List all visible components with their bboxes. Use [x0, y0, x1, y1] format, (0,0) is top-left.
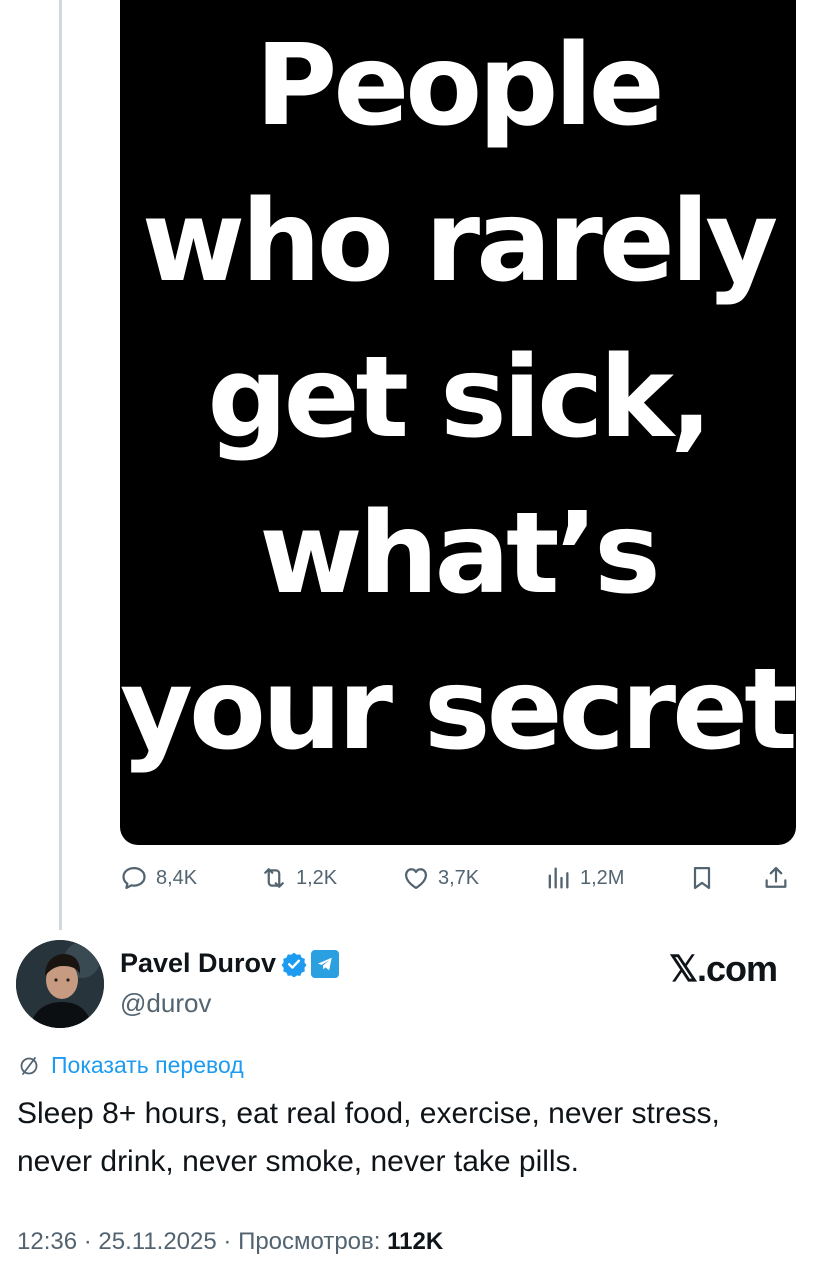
tweet-media-image[interactable]: People who rarely get sick, what’s your … [120, 0, 796, 845]
thread-connector-line [59, 0, 62, 930]
like-button[interactable]: 3,7K [402, 858, 479, 898]
tweet-text: Sleep 8+ hours, eat real food, exercise,… [17, 1097, 720, 1178]
views-icon [548, 867, 569, 889]
verified-icon [281, 952, 307, 977]
tweet-time[interactable]: 12:36 [17, 1228, 77, 1255]
media-line: who rarely [141, 177, 779, 307]
reply-button[interactable]: 8,4K [120, 858, 197, 898]
translate-icon [20, 1056, 38, 1075]
views-total: 112K [387, 1228, 444, 1255]
meta-separator: · [216, 1228, 239, 1255]
like-icon [404, 868, 428, 890]
tweet-action-bar: 8,4K 1,2K 3,7K 1,2M [120, 858, 796, 898]
repost-button[interactable]: 1,2K [260, 858, 337, 898]
show-translation-link[interactable]: Показать перевод [17, 1052, 244, 1079]
media-line: your secret? [120, 645, 796, 775]
bookmark-icon [693, 866, 711, 890]
telegram-icon [311, 949, 340, 978]
author-name-row: Pavel Durov [120, 948, 340, 979]
repost-count: 1,2K [296, 866, 338, 889]
views-label: Просмотров: [238, 1228, 388, 1255]
author-name[interactable]: Pavel Durov [120, 948, 276, 979]
repost-icon [264, 868, 284, 888]
tweet-meta: 12:36 · 25.11.2025 · Просмотров: 112K [17, 1228, 443, 1256]
author-handle[interactable]: @durov [120, 988, 211, 1019]
reply-count: 8,4K [156, 866, 198, 889]
views-button[interactable]: 1,2M [544, 858, 624, 898]
media-line: what’s [259, 489, 661, 619]
views-count: 1,2M [580, 866, 625, 889]
tweet-date[interactable]: 25.11.2025 [98, 1228, 216, 1255]
bookmark-button[interactable] [688, 858, 724, 898]
tweet-author: Pavel Durov @durov 𝕏.com [16, 940, 797, 1035]
like-count: 3,7K [438, 866, 480, 889]
meta-separator: · [77, 1228, 99, 1255]
avatar-image [16, 940, 104, 1028]
media-text: People who rarely get sick, what’s your … [120, 8, 796, 788]
media-line: People [255, 21, 665, 151]
avatar[interactable] [16, 940, 104, 1028]
reply-icon [122, 866, 146, 890]
share-icon [765, 866, 787, 888]
x-com-logo: 𝕏.com [668, 948, 778, 989]
media-line: get sick, [207, 333, 712, 463]
share-button[interactable] [762, 858, 798, 898]
show-translation-label: Показать перевод [51, 1052, 244, 1078]
